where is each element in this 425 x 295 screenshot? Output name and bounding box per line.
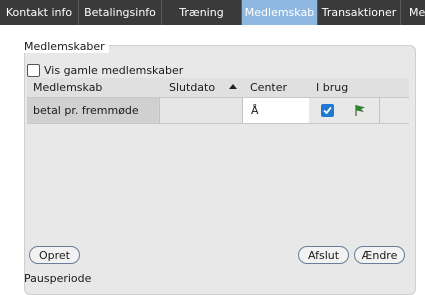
- group-title: Medlemskaber: [24, 40, 109, 53]
- cell-i-brug: [309, 98, 345, 123]
- checkmark-icon: [323, 106, 332, 115]
- main-panel: Medlemskaber Vis gamle medlemskaber Medl…: [0, 25, 425, 295]
- column-header-medlemskab[interactable]: Medlemskab: [33, 78, 102, 97]
- cell-medlemskab[interactable]: betal pr. fremmøde: [27, 98, 158, 123]
- cell-slutdato[interactable]: [159, 98, 243, 123]
- show-old-checkbox[interactable]: [27, 63, 40, 77]
- tab-more[interactable]: Me: [401, 0, 425, 25]
- afslut-button[interactable]: Afslut: [298, 246, 349, 264]
- show-old-label: Vis gamle medlemskaber: [44, 63, 184, 77]
- cell-empty: [379, 98, 410, 123]
- tab-betalingsinfo[interactable]: Betalingsinfo: [79, 0, 162, 25]
- column-header-i-brug[interactable]: I brug: [316, 78, 348, 97]
- cell-flag: [345, 98, 379, 123]
- table-header: Medlemskab Slutdato Center I brug: [27, 78, 409, 97]
- table-row[interactable]: betal pr. fremmøde Å: [27, 97, 410, 124]
- tab-kontakt-info[interactable]: Kontakt info: [0, 0, 79, 25]
- tab-medlemskab[interactable]: Medlemskab: [242, 0, 318, 25]
- column-header-slutdato[interactable]: Slutdato: [169, 78, 215, 97]
- tab-transaktioner[interactable]: Transaktioner: [318, 0, 401, 25]
- column-header-center[interactable]: Center: [250, 78, 287, 97]
- show-old-checkbox-row[interactable]: Vis gamle medlemskaber: [27, 63, 183, 77]
- memberships-table: Medlemskab Slutdato Center I brug betal …: [27, 78, 410, 124]
- sort-ascending-icon[interactable]: [229, 84, 237, 89]
- in-use-checkbox[interactable]: [321, 104, 334, 117]
- flag-icon[interactable]: [354, 104, 366, 117]
- opret-button[interactable]: Opret: [29, 246, 80, 264]
- tab-traening[interactable]: Træning: [162, 0, 242, 25]
- cell-center[interactable]: Å: [243, 98, 309, 123]
- aendre-button[interactable]: Ændre: [354, 246, 405, 264]
- tab-bar: Kontakt info Betalingsinfo Træning Medle…: [0, 0, 425, 25]
